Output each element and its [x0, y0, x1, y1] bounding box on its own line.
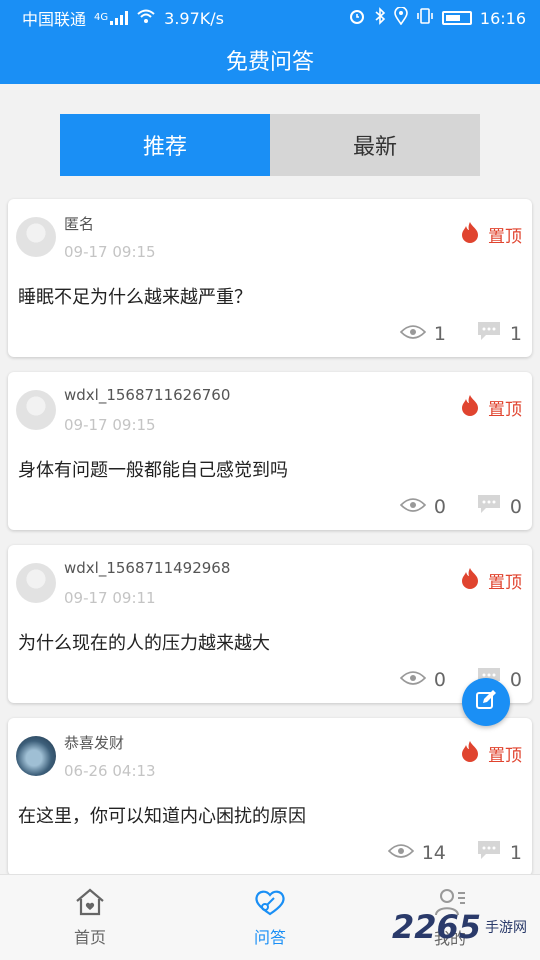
post-time: 06-26 04:13 [64, 762, 156, 780]
post-username: wdxl_1568711626760 [64, 386, 231, 404]
watermark-text: 手游网 [485, 920, 528, 936]
post-username: 匿名 [64, 215, 95, 233]
tab-label: 推荐 [142, 135, 187, 160]
avatar [16, 217, 56, 257]
location-icon [394, 6, 408, 29]
post-card[interactable]: 恭喜发财 06-26 04:13 置顶 在这里，你可以知道内心困扰的原因 14 … [8, 718, 532, 876]
pinned-badge: 置顶 [460, 567, 522, 594]
post-username: wdxl_1568711492968 [64, 559, 231, 577]
view-count: 1 [433, 322, 446, 345]
nav-label: 首页 [73, 927, 106, 947]
avatar [16, 736, 56, 776]
tab-latest[interactable]: 最新 [270, 114, 480, 176]
post-time: 09-17 09:11 [64, 589, 156, 607]
fire-icon [460, 221, 480, 248]
clock: 16:16 [479, 8, 526, 28]
post-question: 身体有问题一般都能自己感觉到吗 [18, 460, 288, 481]
fire-icon [460, 394, 480, 421]
nav-qa[interactable]: 问答 [180, 875, 360, 960]
post-card[interactable]: wdxl_1568711626760 09-17 09:15 置顶 身体有问题一… [8, 372, 532, 530]
edit-icon [474, 688, 498, 716]
post-username: 恭喜发财 [64, 734, 125, 752]
post-question: 在这里，你可以知道内心困扰的原因 [18, 806, 306, 827]
view-count: 14 [421, 841, 446, 864]
post-stats: 1 1 [399, 320, 522, 347]
page-title: 免费问答 [225, 50, 314, 75]
comment-count: 1 [509, 841, 522, 864]
tab-label: 最新 [352, 135, 397, 160]
battery-icon [441, 11, 472, 25]
new-question-button[interactable] [462, 678, 510, 726]
comment-icon [476, 320, 502, 347]
post-card[interactable]: 匿名 09-17 09:15 置顶 睡眠不足为什么越来越严重？ 1 1 [8, 199, 532, 357]
nav-label: 问答 [253, 927, 286, 947]
carrier-label: 中国联通 [22, 10, 87, 29]
fire-icon [460, 567, 480, 594]
post-question: 为什么现在的人的压力越来越大 [18, 633, 270, 654]
fire-icon [460, 740, 480, 767]
qa-icon [253, 888, 287, 920]
post-stats: 14 1 [387, 839, 522, 866]
eye-icon [399, 669, 426, 691]
eye-icon [399, 496, 426, 518]
bluetooth-icon [374, 7, 386, 29]
home-icon [74, 888, 106, 920]
tab-recommended[interactable]: 推荐 [60, 114, 270, 176]
pinned-badge: 置顶 [460, 221, 522, 248]
avatar [16, 563, 56, 603]
network-speed: 3.97K/s [164, 8, 224, 28]
post-time: 09-17 09:15 [64, 416, 156, 434]
watermark: 2265 手游网 [392, 908, 527, 946]
post-card[interactable]: wdxl_1568711492968 09-17 09:11 置顶 为什么现在的… [8, 545, 532, 703]
nav-home[interactable]: 首页 [0, 875, 180, 960]
alarm-icon [348, 7, 366, 29]
comment-icon [476, 493, 502, 520]
status-bar: 中国联通 4G 3.97K/s 16:16 [0, 0, 540, 36]
wifi-icon [136, 8, 156, 28]
view-count: 0 [433, 495, 446, 518]
pinned-label: 置顶 [488, 573, 522, 593]
tab-bar: 推荐 最新 [60, 114, 480, 176]
header: 免费问答 [0, 36, 540, 84]
post-stats: 0 0 [399, 493, 522, 520]
network-label: 4G [94, 12, 109, 23]
pinned-label: 置顶 [488, 746, 522, 766]
eye-icon [387, 842, 414, 864]
pinned-badge: 置顶 [460, 394, 522, 421]
comment-count: 0 [509, 495, 522, 518]
vibrate-icon [416, 7, 434, 29]
pinned-label: 置顶 [488, 400, 522, 420]
pinned-badge: 置顶 [460, 740, 522, 767]
signal-icon [110, 11, 129, 25]
watermark-number: 2265 [392, 908, 482, 946]
comment-count: 0 [509, 668, 522, 691]
post-time: 09-17 09:15 [64, 243, 156, 261]
avatar [16, 390, 56, 430]
comment-icon [476, 839, 502, 866]
view-count: 0 [433, 668, 446, 691]
post-question: 睡眠不足为什么越来越严重？ [18, 287, 252, 308]
pinned-label: 置顶 [488, 227, 522, 247]
eye-icon [399, 323, 426, 345]
comment-count: 1 [509, 322, 522, 345]
